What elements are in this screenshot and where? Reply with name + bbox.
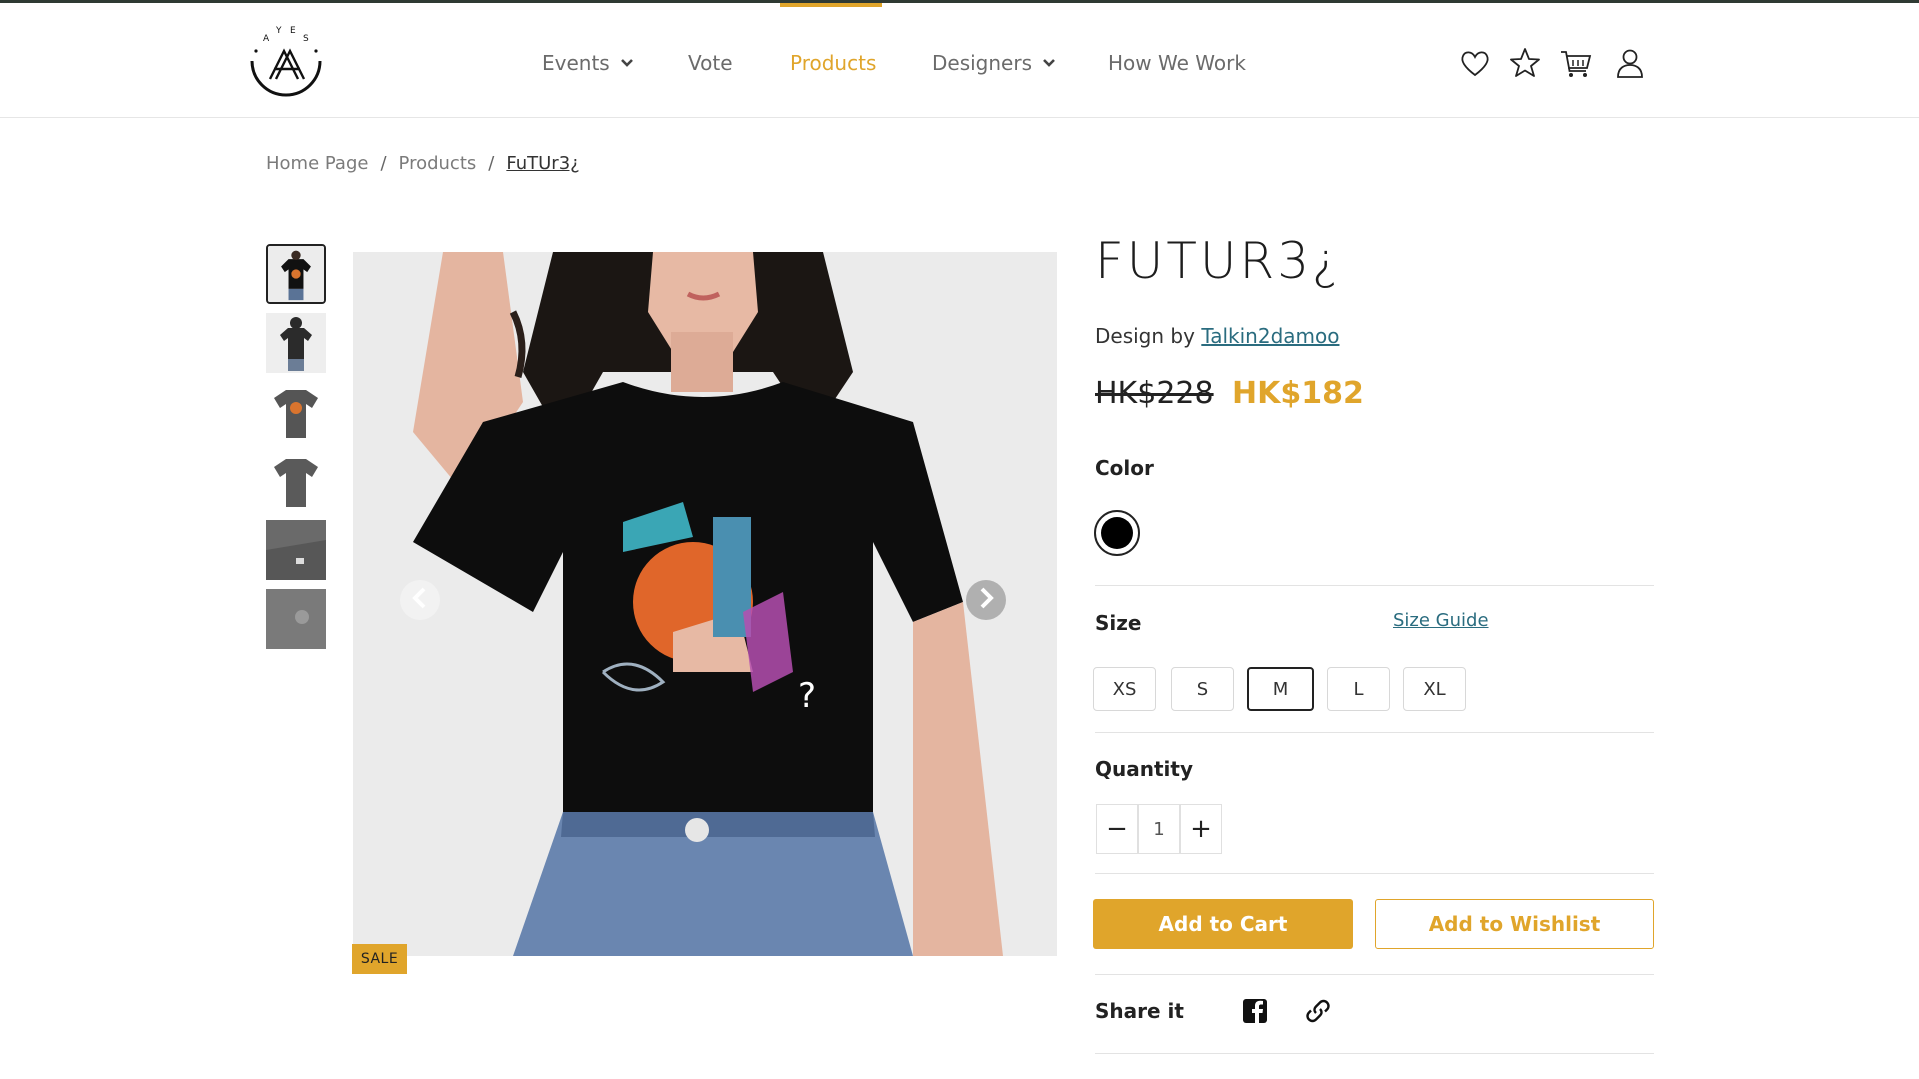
- thumbnail-6[interactable]: [266, 589, 326, 649]
- breadcrumb: Home Page / Products / FuTUr3¿: [266, 153, 580, 174]
- thumbnail-1[interactable]: [266, 244, 326, 304]
- next-image-button[interactable]: [966, 580, 1006, 620]
- thumbnail-3[interactable]: [266, 382, 326, 442]
- svg-text:Y: Y: [275, 26, 282, 36]
- nav-events-label: Events: [542, 51, 610, 75]
- size-option-m[interactable]: M: [1247, 667, 1314, 711]
- svg-text:A: A: [263, 34, 270, 44]
- quantity-increase-button[interactable]: +: [1180, 804, 1222, 854]
- designer-prefix: Design by: [1095, 324, 1195, 348]
- nav-how-we-work[interactable]: How We Work: [1108, 51, 1246, 75]
- user-icon[interactable]: [1613, 46, 1647, 80]
- thumbnail-4[interactable]: [266, 451, 326, 511]
- breadcrumb-current[interactable]: FuTUr3¿: [506, 153, 579, 174]
- breadcrumb-separator: /: [380, 153, 387, 174]
- product-title: FUTUR3¿: [1095, 232, 1342, 290]
- product-main-image: ?: [353, 252, 1057, 956]
- copy-link-icon[interactable]: [1303, 996, 1333, 1026]
- nav-active-indicator: [780, 3, 882, 7]
- quantity-value[interactable]: 1: [1138, 804, 1180, 854]
- site-logo[interactable]: A Y E S: [246, 21, 326, 101]
- breadcrumb-products[interactable]: Products: [399, 153, 477, 174]
- nav-vote[interactable]: Vote: [688, 51, 733, 75]
- nav-designers-label: Designers: [932, 51, 1032, 75]
- size-option-s[interactable]: S: [1171, 667, 1234, 711]
- nav-designers[interactable]: Designers: [932, 51, 1056, 75]
- svg-text:E: E: [290, 26, 296, 36]
- star-icon[interactable]: [1508, 46, 1542, 80]
- quantity-stepper: − 1 +: [1096, 804, 1222, 854]
- nav-vote-label: Vote: [688, 51, 733, 75]
- size-option-l[interactable]: L: [1327, 667, 1390, 711]
- color-swatch-black[interactable]: [1094, 510, 1140, 556]
- breadcrumb-home[interactable]: Home Page: [266, 153, 368, 174]
- add-to-wishlist-button[interactable]: Add to Wishlist: [1375, 899, 1654, 949]
- cart-icon[interactable]: [1559, 46, 1593, 80]
- svg-text:?: ?: [798, 676, 816, 716]
- divider: [1095, 732, 1654, 733]
- size-label: Size: [1095, 611, 1142, 635]
- thumbnail-5[interactable]: [266, 520, 326, 580]
- add-to-cart-button[interactable]: Add to Cart: [1093, 899, 1353, 949]
- size-option-xl[interactable]: XL: [1403, 667, 1466, 711]
- divider: [1095, 585, 1654, 586]
- nav-how-we-work-label: How We Work: [1108, 51, 1246, 75]
- color-swatch-dot: [1101, 517, 1133, 549]
- designer-link[interactable]: Talkin2damoo: [1201, 324, 1339, 348]
- quantity-label: Quantity: [1095, 757, 1193, 781]
- chevron-down-icon: [1043, 59, 1055, 67]
- divider: [1095, 1053, 1654, 1054]
- thumbnail-2[interactable]: [266, 313, 326, 373]
- facebook-icon[interactable]: [1240, 996, 1270, 1026]
- chevron-right-icon: [976, 583, 996, 618]
- divider: [1095, 974, 1654, 975]
- sale-badge: SALE: [352, 944, 407, 974]
- sale-price: HK$182: [1232, 376, 1364, 411]
- site-header: A Y E S Events Vote Products Designers H…: [0, 3, 1919, 118]
- chevron-left-icon: [410, 583, 430, 618]
- divider: [1095, 873, 1654, 874]
- prev-image-button[interactable]: [400, 580, 440, 620]
- breadcrumb-separator: /: [488, 153, 495, 174]
- heart-icon[interactable]: [1458, 46, 1492, 80]
- share-label: Share it: [1095, 999, 1184, 1023]
- original-price: HK$228: [1095, 376, 1214, 411]
- nav-products-label: Products: [790, 51, 877, 75]
- quantity-decrease-button[interactable]: −: [1096, 804, 1138, 854]
- color-label: Color: [1095, 456, 1154, 480]
- svg-text:S: S: [303, 34, 309, 44]
- size-option-xs[interactable]: XS: [1093, 667, 1156, 711]
- chevron-down-icon: [620, 59, 633, 67]
- designer-line: Design by Talkin2damoo: [1095, 324, 1339, 348]
- nav-events[interactable]: Events: [542, 51, 634, 75]
- nav-products[interactable]: Products: [790, 51, 876, 75]
- size-guide-link[interactable]: Size Guide: [1393, 610, 1489, 631]
